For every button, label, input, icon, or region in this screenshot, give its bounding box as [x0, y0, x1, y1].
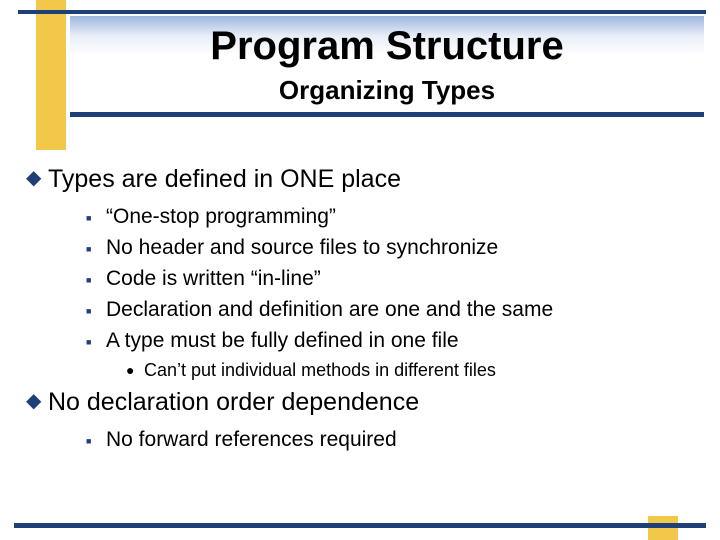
- slide: Program Structure Organizing Types ◆ Typ…: [0, 0, 720, 540]
- slide-body: ◆ Types are defined in ONE place ■ “One-…: [22, 158, 698, 460]
- diamond-icon: ◆: [22, 164, 48, 192]
- point1-sub4: A type must be fully defined in one file: [106, 328, 459, 354]
- slide-title: Program Structure: [70, 16, 704, 73]
- point1-subsub0: Can’t put individual methods in differen…: [144, 359, 496, 381]
- point1-text: Types are defined in ONE place: [48, 164, 401, 194]
- point2-subitems: ■ No forward references required: [86, 427, 698, 454]
- bullet-level2: ■ No forward references required: [86, 427, 698, 454]
- bullet-level3: ● Can’t put individual methods in differ…: [126, 359, 698, 381]
- slide-subtitle: Organizing Types: [70, 73, 704, 106]
- square-icon: ■: [86, 328, 106, 355]
- bullet-level1: ◆ Types are defined in ONE place: [22, 164, 698, 194]
- point2-text: No declaration order dependence: [48, 387, 419, 417]
- point1-sub0: “One-stop programming”: [106, 204, 336, 230]
- square-icon: ■: [86, 204, 106, 231]
- gold-accent-top: [36, 0, 66, 150]
- square-icon: ■: [86, 266, 106, 293]
- square-icon: ■: [86, 427, 106, 454]
- top-rule: [18, 10, 706, 14]
- bottom-rule: [14, 523, 706, 528]
- square-icon: ■: [86, 297, 106, 324]
- bullet-level1: ◆ No declaration order dependence: [22, 387, 698, 417]
- gold-accent-bottom: [648, 516, 678, 540]
- header: Program Structure Organizing Types: [70, 16, 704, 117]
- square-icon: ■: [86, 235, 106, 262]
- point1-subsubitems: ● Can’t put individual methods in differ…: [126, 359, 698, 381]
- point1-subitems: ■ “One-stop programming” ■ No header and…: [86, 204, 698, 381]
- point1-sub2: Code is written “in-line”: [106, 266, 321, 292]
- bullet-level2: ■ No header and source files to synchron…: [86, 235, 698, 262]
- dot-icon: ●: [126, 359, 144, 381]
- point1-sub3: Declaration and definition are one and t…: [106, 297, 553, 323]
- point2-sub0: No forward references required: [106, 427, 397, 453]
- bullet-level2: ■ A type must be fully defined in one fi…: [86, 328, 698, 355]
- diamond-icon: ◆: [22, 387, 48, 415]
- bullet-level2: ■ “One-stop programming”: [86, 204, 698, 231]
- bullet-level2: ■ Code is written “in-line”: [86, 266, 698, 293]
- bullet-level2: ■ Declaration and definition are one and…: [86, 297, 698, 324]
- header-rule: [70, 112, 704, 117]
- point1-sub1: No header and source files to synchroniz…: [106, 235, 498, 261]
